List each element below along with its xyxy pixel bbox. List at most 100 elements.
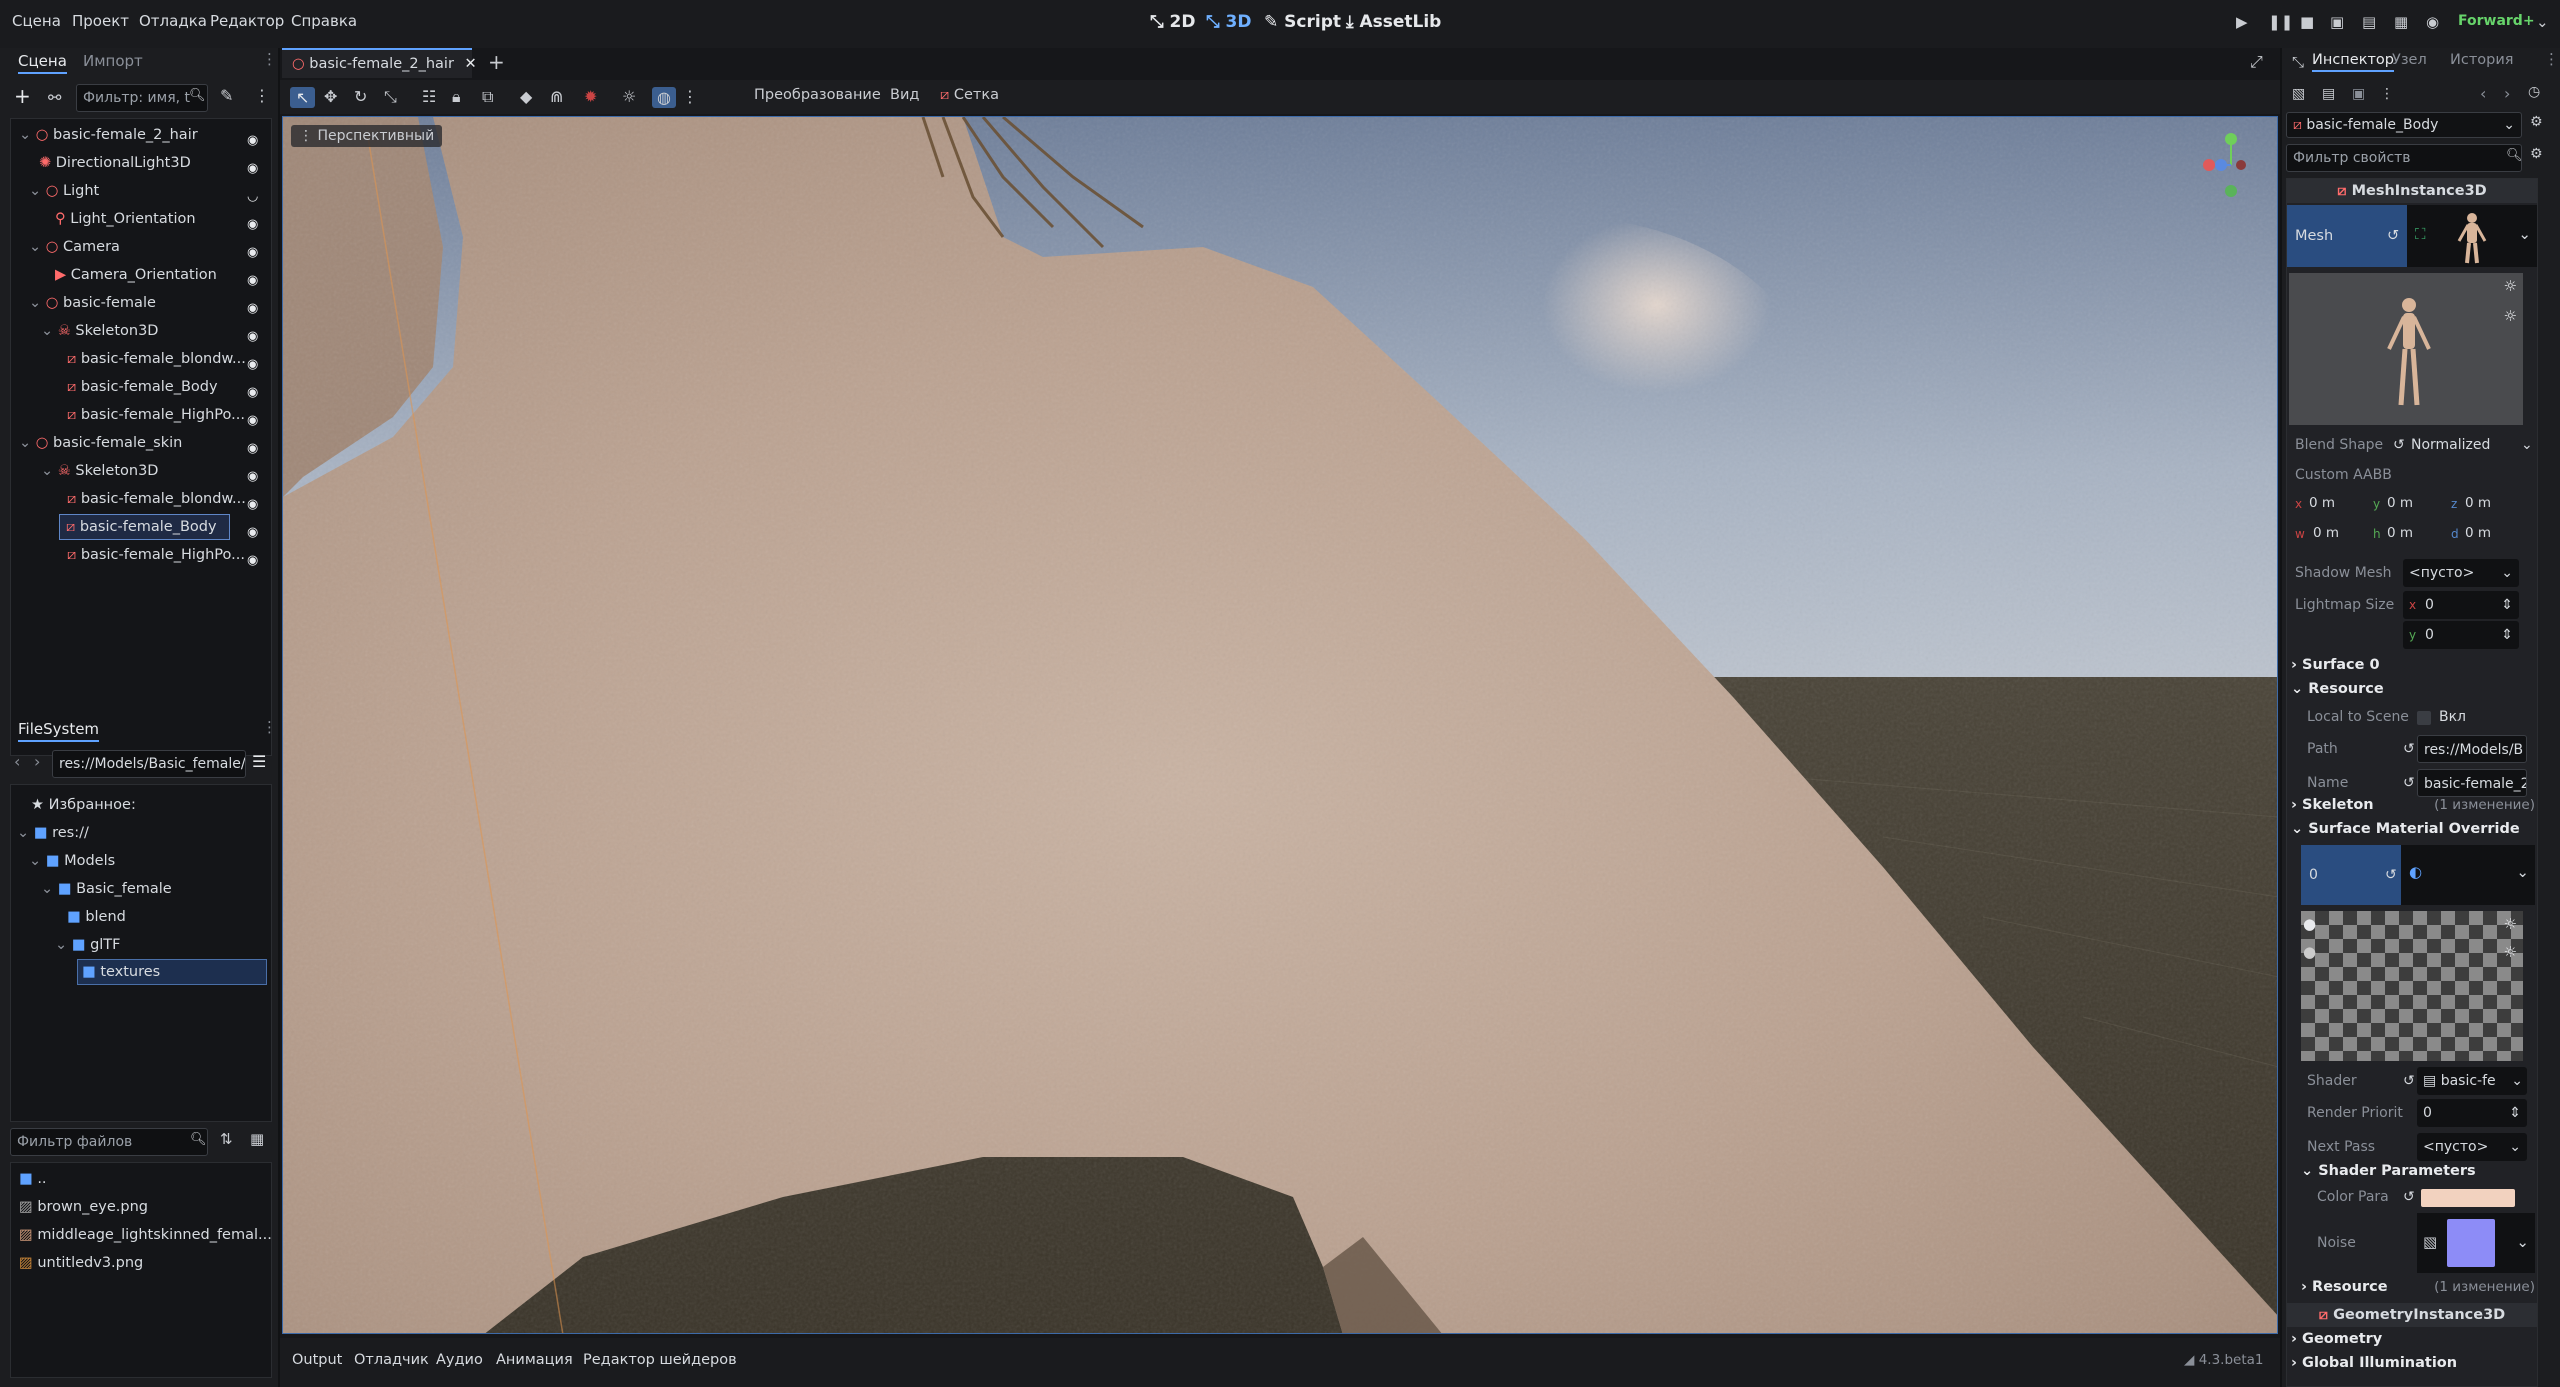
tab-node[interactable]: Узел [2392, 52, 2427, 68]
add-node-icon[interactable]: + [14, 84, 31, 108]
play-icon[interactable]: ▶ [2236, 13, 2248, 31]
tree-item[interactable]: ⧄ basic-female_blondw... ◉ [11, 485, 283, 513]
menu-help[interactable]: Справка [291, 12, 357, 30]
light2-toggle-icon[interactable]: ☼ [2504, 943, 2517, 961]
mesh-preview[interactable]: ☼ ☼ [2289, 273, 2523, 425]
folder-item[interactable]: ⌄ ■ res:// [17, 819, 89, 847]
more-icon[interactable]: ⋮ [2380, 86, 2394, 102]
tree-item[interactable]: ⌄ ○ basic-female_2_hair ◉ [11, 121, 283, 149]
transform-menu[interactable]: Преобразование [754, 87, 881, 103]
lightmap-y-field[interactable]: y 0 ⇕ [2403, 621, 2519, 649]
favorites-item[interactable]: ★ Избранное: [31, 791, 136, 819]
workspace-3d-button[interactable]: ⤡ 3D [1206, 12, 1251, 32]
forward-icon[interactable]: › [34, 752, 40, 771]
pause-icon[interactable]: ❚❚ [2268, 13, 2293, 31]
path-field[interactable]: res://Models/Basic_female/ [52, 750, 246, 778]
shader-params-section[interactable]: ⌄ Shader Parameters [2301, 1163, 2476, 1179]
tab-inspector[interactable]: Инспектор [2312, 52, 2394, 72]
workspace-assetlib-button[interactable]: ⤓ AssetLib [1346, 12, 1441, 32]
list-select-icon[interactable]: ☷ [422, 87, 436, 106]
dock-menu-icon[interactable]: ⋮ [262, 50, 277, 68]
resource2-section[interactable]: › Resource (1 изменение) [2301, 1279, 2535, 1295]
tree-item[interactable]: ⌄ ○ basic-female_skin ◉ [11, 429, 283, 457]
tab-import[interactable]: Импорт [83, 52, 143, 70]
visibility-eye-icon[interactable]: ◉ [247, 463, 265, 484]
tree-item[interactable]: ⌄ ○ basic-female ◉ [11, 289, 283, 317]
tab-debugger[interactable]: Отладчик [354, 1352, 429, 1368]
next-pass-picker[interactable]: <пусто> ⌄ [2417, 1133, 2527, 1161]
visibility-eye-icon[interactable]: ◉ [247, 323, 265, 344]
attach-script-icon[interactable]: ✎ [220, 86, 233, 105]
link-icon[interactable]: ⚯ [48, 88, 61, 107]
folder-item[interactable]: ■ blend [67, 903, 126, 931]
visibility-eye-icon[interactable]: ◉ [247, 519, 265, 540]
tab-scene[interactable]: Сцена [18, 52, 67, 74]
shader-picker[interactable]: ▤ basic-fe ⌄ [2417, 1067, 2527, 1095]
tree-item[interactable]: ⚲ Light_Orientation ◉ [11, 205, 283, 233]
menu-editor[interactable]: Редактор [210, 12, 284, 30]
save-icon[interactable]: ▣ [2352, 86, 2365, 102]
list-item[interactable]: ▨ untitledv3.png [19, 1249, 143, 1277]
visibility-eye-icon[interactable]: ◉ [247, 155, 265, 176]
grid-view-icon[interactable]: ▦ [250, 1130, 264, 1148]
tree-item[interactable]: ⧄ basic-female_Body ◉ [11, 373, 283, 401]
path-field[interactable]: res://Models/B [2417, 735, 2527, 763]
local-space-icon[interactable]: ◆ [520, 87, 532, 106]
play-custom-icon[interactable]: ▦ [2394, 13, 2408, 31]
geometry-section[interactable]: › Geometry [2291, 1331, 2382, 1347]
aabb-h-field[interactable]: 0 m [2387, 525, 2413, 541]
close-icon[interactable]: ✕ [465, 56, 477, 72]
filter-settings-icon[interactable]: ⚙ [2530, 146, 2543, 162]
tree-item[interactable]: ▶ Camera_Orientation ◉ [11, 261, 283, 289]
tree-item[interactable]: ⧄ basic-female_blondw... ◉ [11, 345, 283, 373]
tab-animation[interactable]: Анимация [496, 1352, 573, 1368]
reset-icon[interactable]: ↺ [2403, 767, 2415, 799]
reset-icon[interactable]: ↺ [2403, 733, 2415, 765]
select-mode-icon[interactable]: ↖ [290, 87, 316, 108]
tree-item[interactable]: ⧄ basic-female_HighPo... ◉ [11, 541, 283, 569]
aabb-w-field[interactable]: 0 m [2313, 525, 2339, 541]
tree-item[interactable]: ⌄ ☠ Skeleton3D ◉ [11, 317, 283, 345]
scene-tab[interactable]: ○ basic-female_2_hair ✕ [282, 48, 477, 78]
local-to-scene-checkbox[interactable] [2417, 711, 2431, 725]
distraction-free-icon[interactable]: ⤢ [2250, 52, 2263, 72]
folder-item[interactable]: ⌄ ■ Basic_female [41, 875, 172, 903]
scale-mode-icon[interactable]: ⤡ [384, 87, 397, 107]
tab-filesystem[interactable]: FileSystem [18, 720, 100, 742]
list-item[interactable]: ■ .. [19, 1165, 47, 1193]
visibility-eye-icon[interactable]: ◡ [247, 183, 265, 204]
play-scene-icon[interactable]: ▤ [2362, 13, 2376, 31]
reset-icon[interactable]: ↺ [2385, 845, 2397, 905]
visibility-eye-icon[interactable]: ◉ [247, 351, 265, 372]
sun-icon[interactable]: ☼ [622, 87, 636, 106]
chevron-down-icon[interactable]: ⌄ [2536, 13, 2549, 31]
renderer-select[interactable]: Forward+ [2458, 13, 2535, 29]
lock-icon[interactable]: 🔒︎ [452, 87, 461, 107]
menu-debug[interactable]: Отладка [139, 12, 207, 30]
aabb-x-field[interactable]: 0 m [2309, 495, 2335, 511]
blend-shape-select[interactable]: Normalized [2411, 429, 2490, 461]
reset-icon[interactable]: ↺ [2403, 1181, 2415, 1213]
node-tools-icon[interactable]: ⚙ [2530, 114, 2543, 130]
tree-item[interactable]: ⌄ ☠ Skeleton3D ◉ [11, 457, 283, 485]
visibility-eye-icon[interactable]: ◉ [247, 435, 265, 456]
lightmap-x-field[interactable]: x 0 ⇕ [2403, 591, 2519, 619]
folder-item[interactable]: ⌄ ■ Models [29, 847, 115, 875]
history-forward-icon[interactable]: › [2504, 84, 2510, 103]
tree-item[interactable]: ✺ DirectionalLight3D ◉ [11, 149, 283, 177]
visibility-eye-icon[interactable]: ◉ [247, 239, 265, 260]
property-filter-input[interactable]: Фильтр свойств [2286, 144, 2522, 172]
aabb-y-field[interactable]: 0 m [2387, 495, 2413, 511]
add-scene-tab-icon[interactable]: + [488, 50, 505, 74]
reset-icon[interactable]: ↺ [2403, 1065, 2415, 1097]
dock-menu-icon[interactable]: ⋮ [2544, 50, 2559, 68]
tab-output[interactable]: Output [292, 1352, 342, 1368]
menu-scene[interactable]: Сцена [12, 12, 61, 30]
split-view-icon[interactable]: ☰ [252, 752, 266, 771]
visibility-eye-icon[interactable]: ◉ [247, 211, 265, 232]
render-priority-field[interactable]: 0 ⇕ [2417, 1099, 2527, 1127]
workspace-2d-button[interactable]: ⤡ 2D [1150, 12, 1195, 32]
history-back-icon[interactable]: ‹ [2480, 84, 2486, 103]
tree-item[interactable]: ⌄ ○ Light ◡ [11, 177, 283, 205]
global-illumination-section[interactable]: › Global Illumination [2291, 1355, 2457, 1371]
